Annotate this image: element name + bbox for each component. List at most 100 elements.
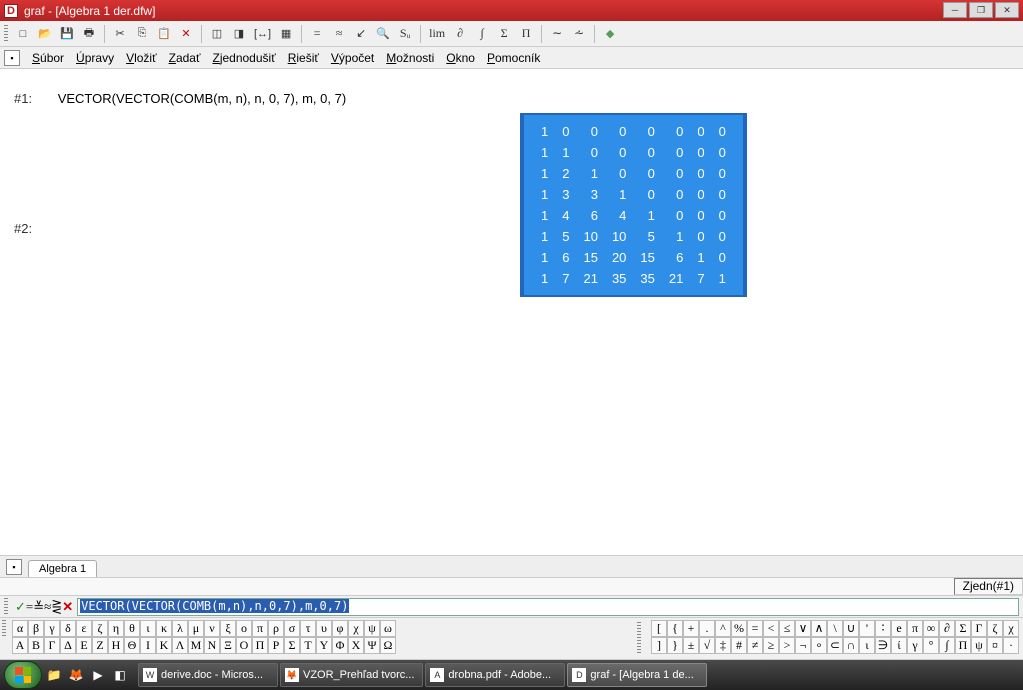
op-±[interactable]: ± [683, 637, 699, 654]
workspace[interactable]: #1: VECTOR(VECTOR(COMB(m, n), n, 0, 7), … [0, 69, 1023, 556]
op-∋[interactable]: ∋ [875, 637, 891, 654]
op-e[interactable]: e [891, 620, 907, 637]
sym-Γ[interactable]: Γ [44, 637, 60, 654]
op-∘[interactable]: ∘ [811, 637, 827, 654]
op-∨[interactable]: ∨ [795, 620, 811, 637]
sym-τ[interactable]: τ [300, 620, 316, 637]
op-}[interactable]: } [667, 637, 683, 654]
op-#[interactable]: # [731, 637, 747, 654]
op-¤[interactable]: ¤ [987, 637, 1003, 654]
input-btn-4[interactable]: ⋛ [51, 599, 62, 614]
op-·[interactable]: · [1003, 637, 1019, 654]
doc-tab-algebra1[interactable]: Algebra 1 [28, 560, 97, 577]
menu-úpravy[interactable]: Úpravy [70, 51, 120, 65]
step-button[interactable]: ↙ [351, 24, 371, 44]
paste-button[interactable]: 📋 [154, 24, 174, 44]
ql-app-icon[interactable]: ◧ [110, 664, 130, 686]
sym-π[interactable]: π [252, 620, 268, 637]
sym-Τ[interactable]: Τ [300, 637, 316, 654]
op-ζ[interactable]: ζ [987, 620, 1003, 637]
menu-súbor[interactable]: Súbor [26, 51, 70, 65]
close-button[interactable]: ✕ [995, 2, 1019, 18]
ql-media-icon[interactable]: ▶ [88, 664, 108, 686]
input-btn-0[interactable]: ✓ [15, 599, 26, 614]
sym-ζ[interactable]: ζ [92, 620, 108, 637]
op-χ[interactable]: χ [1003, 620, 1019, 637]
op-π[interactable]: π [907, 620, 923, 637]
op-][interactable]: ] [651, 637, 667, 654]
start-button[interactable] [4, 661, 42, 689]
brackets-button[interactable]: [↔] [251, 24, 274, 44]
sym-ε[interactable]: ε [76, 620, 92, 637]
copy-button[interactable]: ⎘ [132, 24, 152, 44]
sym-Ο[interactable]: Ο [236, 637, 252, 654]
ql-explorer-icon[interactable]: 📁 [44, 664, 64, 686]
menu-okno[interactable]: Okno [440, 51, 481, 65]
op-∪[interactable]: ∪ [843, 620, 859, 637]
sym-ρ[interactable]: ρ [268, 620, 284, 637]
sym-ψ[interactable]: ψ [364, 620, 380, 637]
op-∶[interactable]: ∶ [875, 620, 891, 637]
op-[[interactable]: [ [651, 620, 667, 637]
sym-β[interactable]: β [28, 620, 44, 637]
op-<[interactable]: < [763, 620, 779, 637]
menu-možnosti[interactable]: Možnosti [380, 51, 440, 65]
minimize-button[interactable]: ─ [943, 2, 967, 18]
sym-σ[interactable]: σ [284, 620, 300, 637]
equals-button[interactable]: = [307, 24, 327, 44]
menu-control-icon[interactable]: ▪ [4, 50, 20, 66]
sym-Ξ[interactable]: Ξ [220, 637, 236, 654]
sym-γ[interactable]: γ [44, 620, 60, 637]
sym-Λ[interactable]: Λ [172, 637, 188, 654]
op->[interactable]: > [779, 637, 795, 654]
task-item[interactable]: 🦊VZOR_Prehľad tvorc... [280, 663, 423, 687]
op-Π[interactable]: Π [955, 637, 971, 654]
sym-Υ[interactable]: Υ [316, 637, 332, 654]
op-ι[interactable]: ι [859, 637, 875, 654]
sym-ν[interactable]: ν [204, 620, 220, 637]
op-Γ[interactable]: Γ [971, 620, 987, 637]
menu-zadať[interactable]: Zadať [163, 51, 207, 65]
sym-Κ[interactable]: Κ [156, 637, 172, 654]
sym-η[interactable]: η [108, 620, 124, 637]
op-^[interactable]: ^ [715, 620, 731, 637]
sym-Χ[interactable]: Χ [348, 637, 364, 654]
sym-φ[interactable]: φ [332, 620, 348, 637]
menu-zjednodušiť[interactable]: Zjednodušiť [206, 51, 281, 65]
op-∫[interactable]: ∫ [939, 637, 955, 654]
sym-χ[interactable]: χ [348, 620, 364, 637]
op-.[interactable]: . [699, 620, 715, 637]
lim-button[interactable]: lim [426, 24, 448, 44]
input-grip[interactable] [4, 598, 8, 616]
print-button[interactable]: 🖶 [79, 24, 99, 44]
op-∩[interactable]: ∩ [843, 637, 859, 654]
cut-button[interactable]: ✂ [110, 24, 130, 44]
secant-button[interactable]: ∼ [547, 24, 567, 44]
op-ψ[interactable]: ψ [971, 637, 987, 654]
result-matrix[interactable]: 1000000011000000121000001331000014641000… [520, 113, 747, 297]
op-{[interactable]: { [667, 620, 683, 637]
expr-1[interactable]: VECTOR(VECTOR(COMB(m, n), n, 0, 7), m, 0… [58, 91, 346, 106]
sym-Α[interactable]: Α [12, 637, 28, 654]
expression-input[interactable]: VECTOR(VECTOR(COMB(m,n),n,0,7),m,0,7) [77, 598, 1019, 616]
task-item[interactable]: Adrobna.pdf - Adobe... [425, 663, 565, 687]
menu-výpočet[interactable]: Výpočet [325, 51, 380, 65]
sym-ο[interactable]: ο [236, 620, 252, 637]
op-∂[interactable]: ∂ [939, 620, 955, 637]
op-γ[interactable]: γ [907, 637, 923, 654]
input-btn-5[interactable]: ✕ [62, 599, 73, 614]
approx-button[interactable]: ≈ [329, 24, 349, 44]
tab-control-icon[interactable]: ▪ [6, 559, 22, 575]
sym-Ρ[interactable]: Ρ [268, 637, 284, 654]
sym-κ[interactable]: κ [156, 620, 172, 637]
sym-Ν[interactable]: Ν [204, 637, 220, 654]
sym-Ψ[interactable]: Ψ [364, 637, 380, 654]
grid-button[interactable]: ▦ [276, 24, 296, 44]
op-'[interactable]: ' [859, 620, 875, 637]
sym-Μ[interactable]: Μ [188, 637, 204, 654]
sym-λ[interactable]: λ [172, 620, 188, 637]
zoom-button[interactable]: 🔍 [373, 24, 393, 44]
sym-Ε[interactable]: Ε [76, 637, 92, 654]
sym-Β[interactable]: Β [28, 637, 44, 654]
partial-button[interactable]: ∂ [450, 24, 470, 44]
